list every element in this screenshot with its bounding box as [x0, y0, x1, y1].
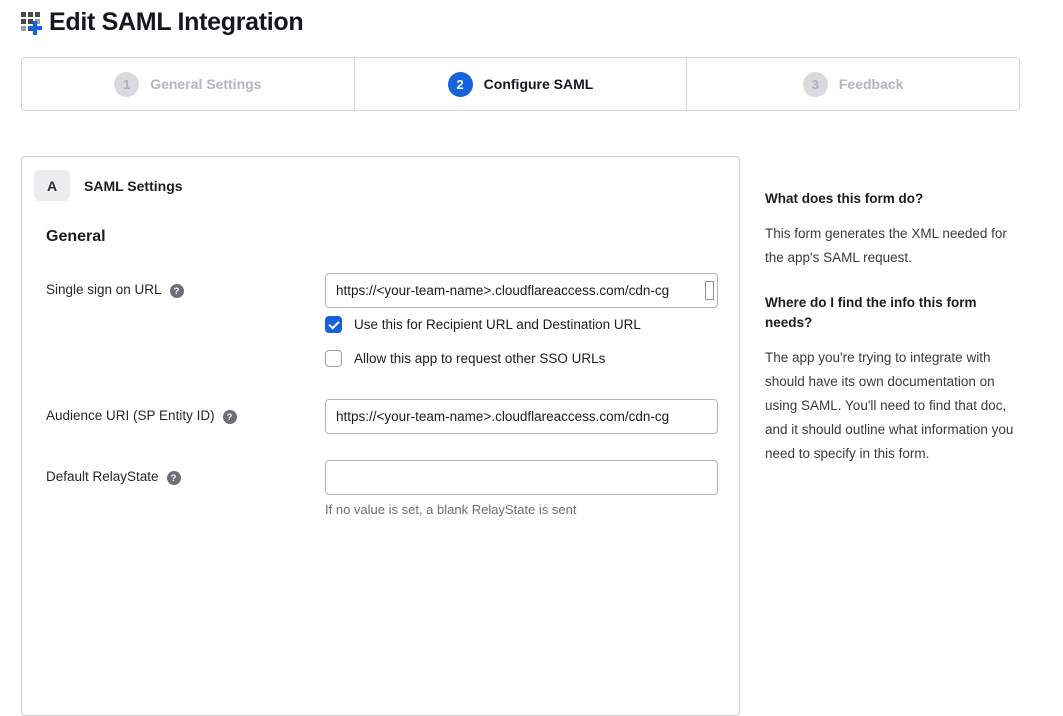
- page-header: Edit SAML Integration: [19, 6, 303, 38]
- step-feedback[interactable]: 3 Feedback: [686, 58, 1019, 110]
- step-configure-saml[interactable]: 2 Configure SAML: [354, 58, 687, 110]
- field-label-group: Audience URI (SP Entity ID) ?: [46, 399, 325, 434]
- field-single-sign-on-url: Single sign on URL ? Use this for Recipi…: [46, 273, 739, 367]
- wizard-stepper: 1 General Settings 2 Configure SAML 3 Fe…: [21, 57, 1020, 111]
- step-label: Feedback: [839, 76, 904, 92]
- audience-uri-label: Audience URI (SP Entity ID): [46, 408, 215, 423]
- field-controls: Use this for Recipient URL and Destinati…: [325, 273, 718, 367]
- sidebar-body-where: The app you're trying to integrate with …: [765, 346, 1018, 466]
- field-controls: [325, 399, 718, 434]
- help-icon[interactable]: ?: [167, 471, 181, 485]
- page-title: Edit SAML Integration: [49, 8, 303, 37]
- saml-settings-panel: A SAML Settings General Single sign on U…: [21, 156, 740, 716]
- help-icon[interactable]: ?: [170, 284, 184, 298]
- sidebar-body-what: This form generates the XML needed for t…: [765, 222, 1018, 270]
- single-sign-on-url-label: Single sign on URL: [46, 282, 162, 297]
- input-wrapper: [325, 399, 718, 434]
- step-general-settings[interactable]: 1 General Settings: [22, 58, 354, 110]
- field-label-group: Single sign on URL ?: [46, 273, 325, 367]
- checkbox-label[interactable]: Allow this app to request other SSO URLs: [354, 351, 605, 366]
- input-wrapper: [325, 273, 718, 308]
- help-icon[interactable]: ?: [223, 410, 237, 424]
- section-badge: A: [34, 170, 70, 201]
- field-audience-uri: Audience URI (SP Entity ID) ?: [46, 399, 739, 434]
- text-cursor: [705, 281, 714, 300]
- field-controls: If no value is set, a blank RelayState i…: [325, 460, 718, 517]
- step-label: Configure SAML: [484, 76, 594, 92]
- step-label: General Settings: [150, 76, 261, 92]
- audience-uri-input[interactable]: [325, 399, 718, 434]
- apps-grid-plus-icon: [19, 6, 46, 38]
- step-number-badge: 3: [803, 72, 828, 97]
- checkbox-other-sso-urls[interactable]: [325, 350, 342, 367]
- default-relaystate-label: Default RelayState: [46, 469, 159, 484]
- input-wrapper: [325, 460, 718, 495]
- section-title: SAML Settings: [84, 178, 183, 194]
- grid-squares-icon: [21, 12, 26, 17]
- single-sign-on-url-input[interactable]: [325, 273, 718, 308]
- default-relaystate-input[interactable]: [325, 460, 718, 495]
- sidebar-heading-what: What does this form do?: [765, 189, 1018, 209]
- sidebar-heading-where: Where do I find the info this form needs…: [765, 293, 1018, 333]
- field-label-group: Default RelayState ?: [46, 460, 325, 517]
- checkbox-row-recipient-destination[interactable]: Use this for Recipient URL and Destinati…: [325, 316, 718, 333]
- plus-icon: [28, 21, 42, 35]
- help-sidebar: What does this form do? This form genera…: [765, 189, 1018, 489]
- checkbox-recipient-destination[interactable]: [325, 316, 342, 333]
- step-number-badge: 1: [114, 72, 139, 97]
- step-number-badge: 2: [448, 72, 473, 97]
- field-default-relaystate: Default RelayState ? If no value is set,…: [46, 460, 739, 517]
- section-header-saml-settings[interactable]: A SAML Settings: [34, 170, 739, 201]
- checkbox-row-other-sso-urls[interactable]: Allow this app to request other SSO URLs: [325, 350, 718, 367]
- checkbox-label[interactable]: Use this for Recipient URL and Destinati…: [354, 317, 641, 332]
- group-heading-general: General: [46, 228, 739, 246]
